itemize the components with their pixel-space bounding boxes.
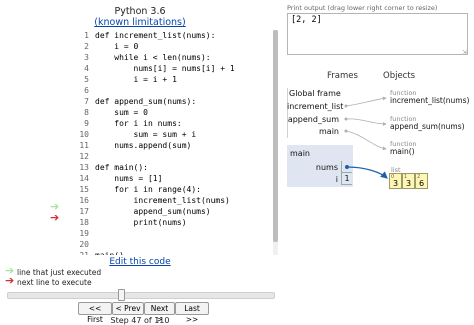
pointer-nums (346, 166, 388, 179)
global-pointer-arrows (344, 96, 387, 151)
pointer-increment-list (345, 96, 387, 107)
pointer-arrows (344, 96, 388, 179)
pointer-main (345, 130, 387, 151)
pointer-append-sum (345, 118, 387, 126)
